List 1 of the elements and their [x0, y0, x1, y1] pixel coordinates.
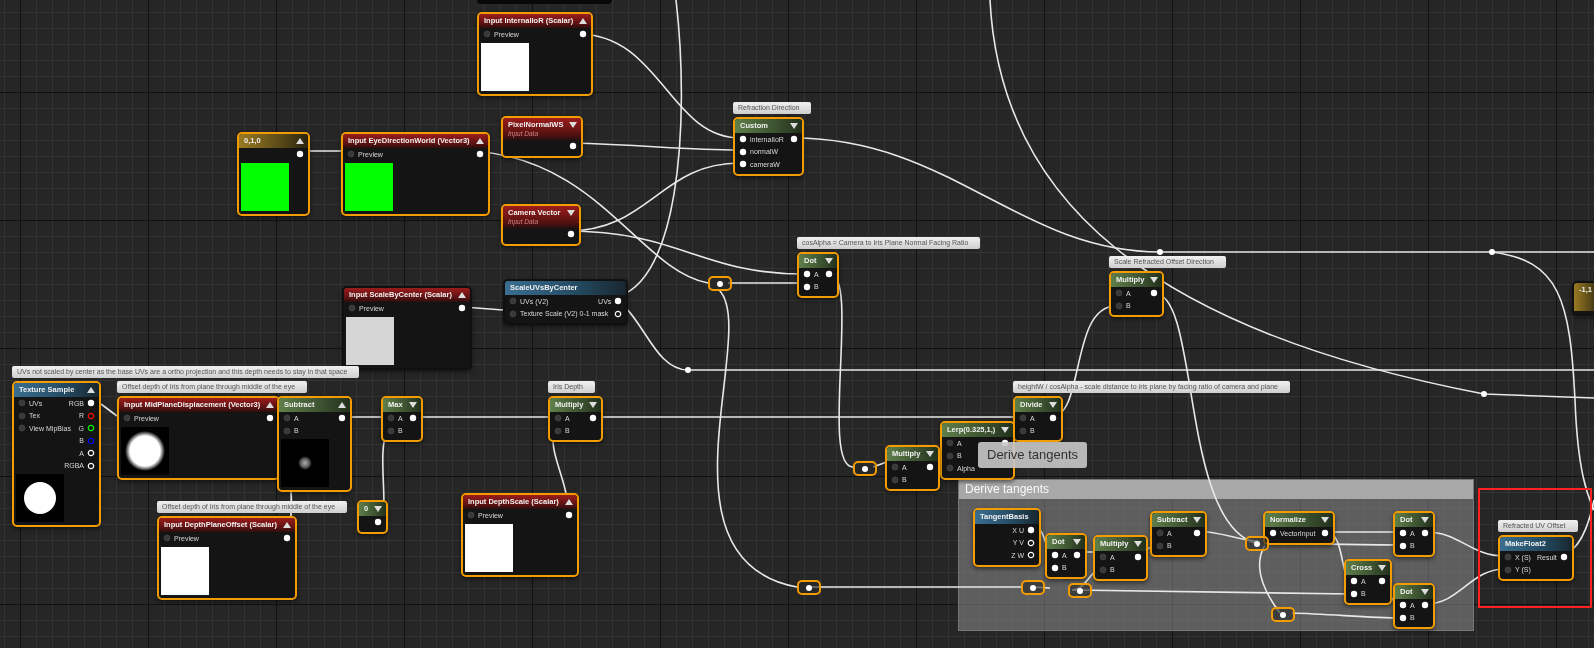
tooltip: Derive tangents: [978, 442, 1088, 468]
